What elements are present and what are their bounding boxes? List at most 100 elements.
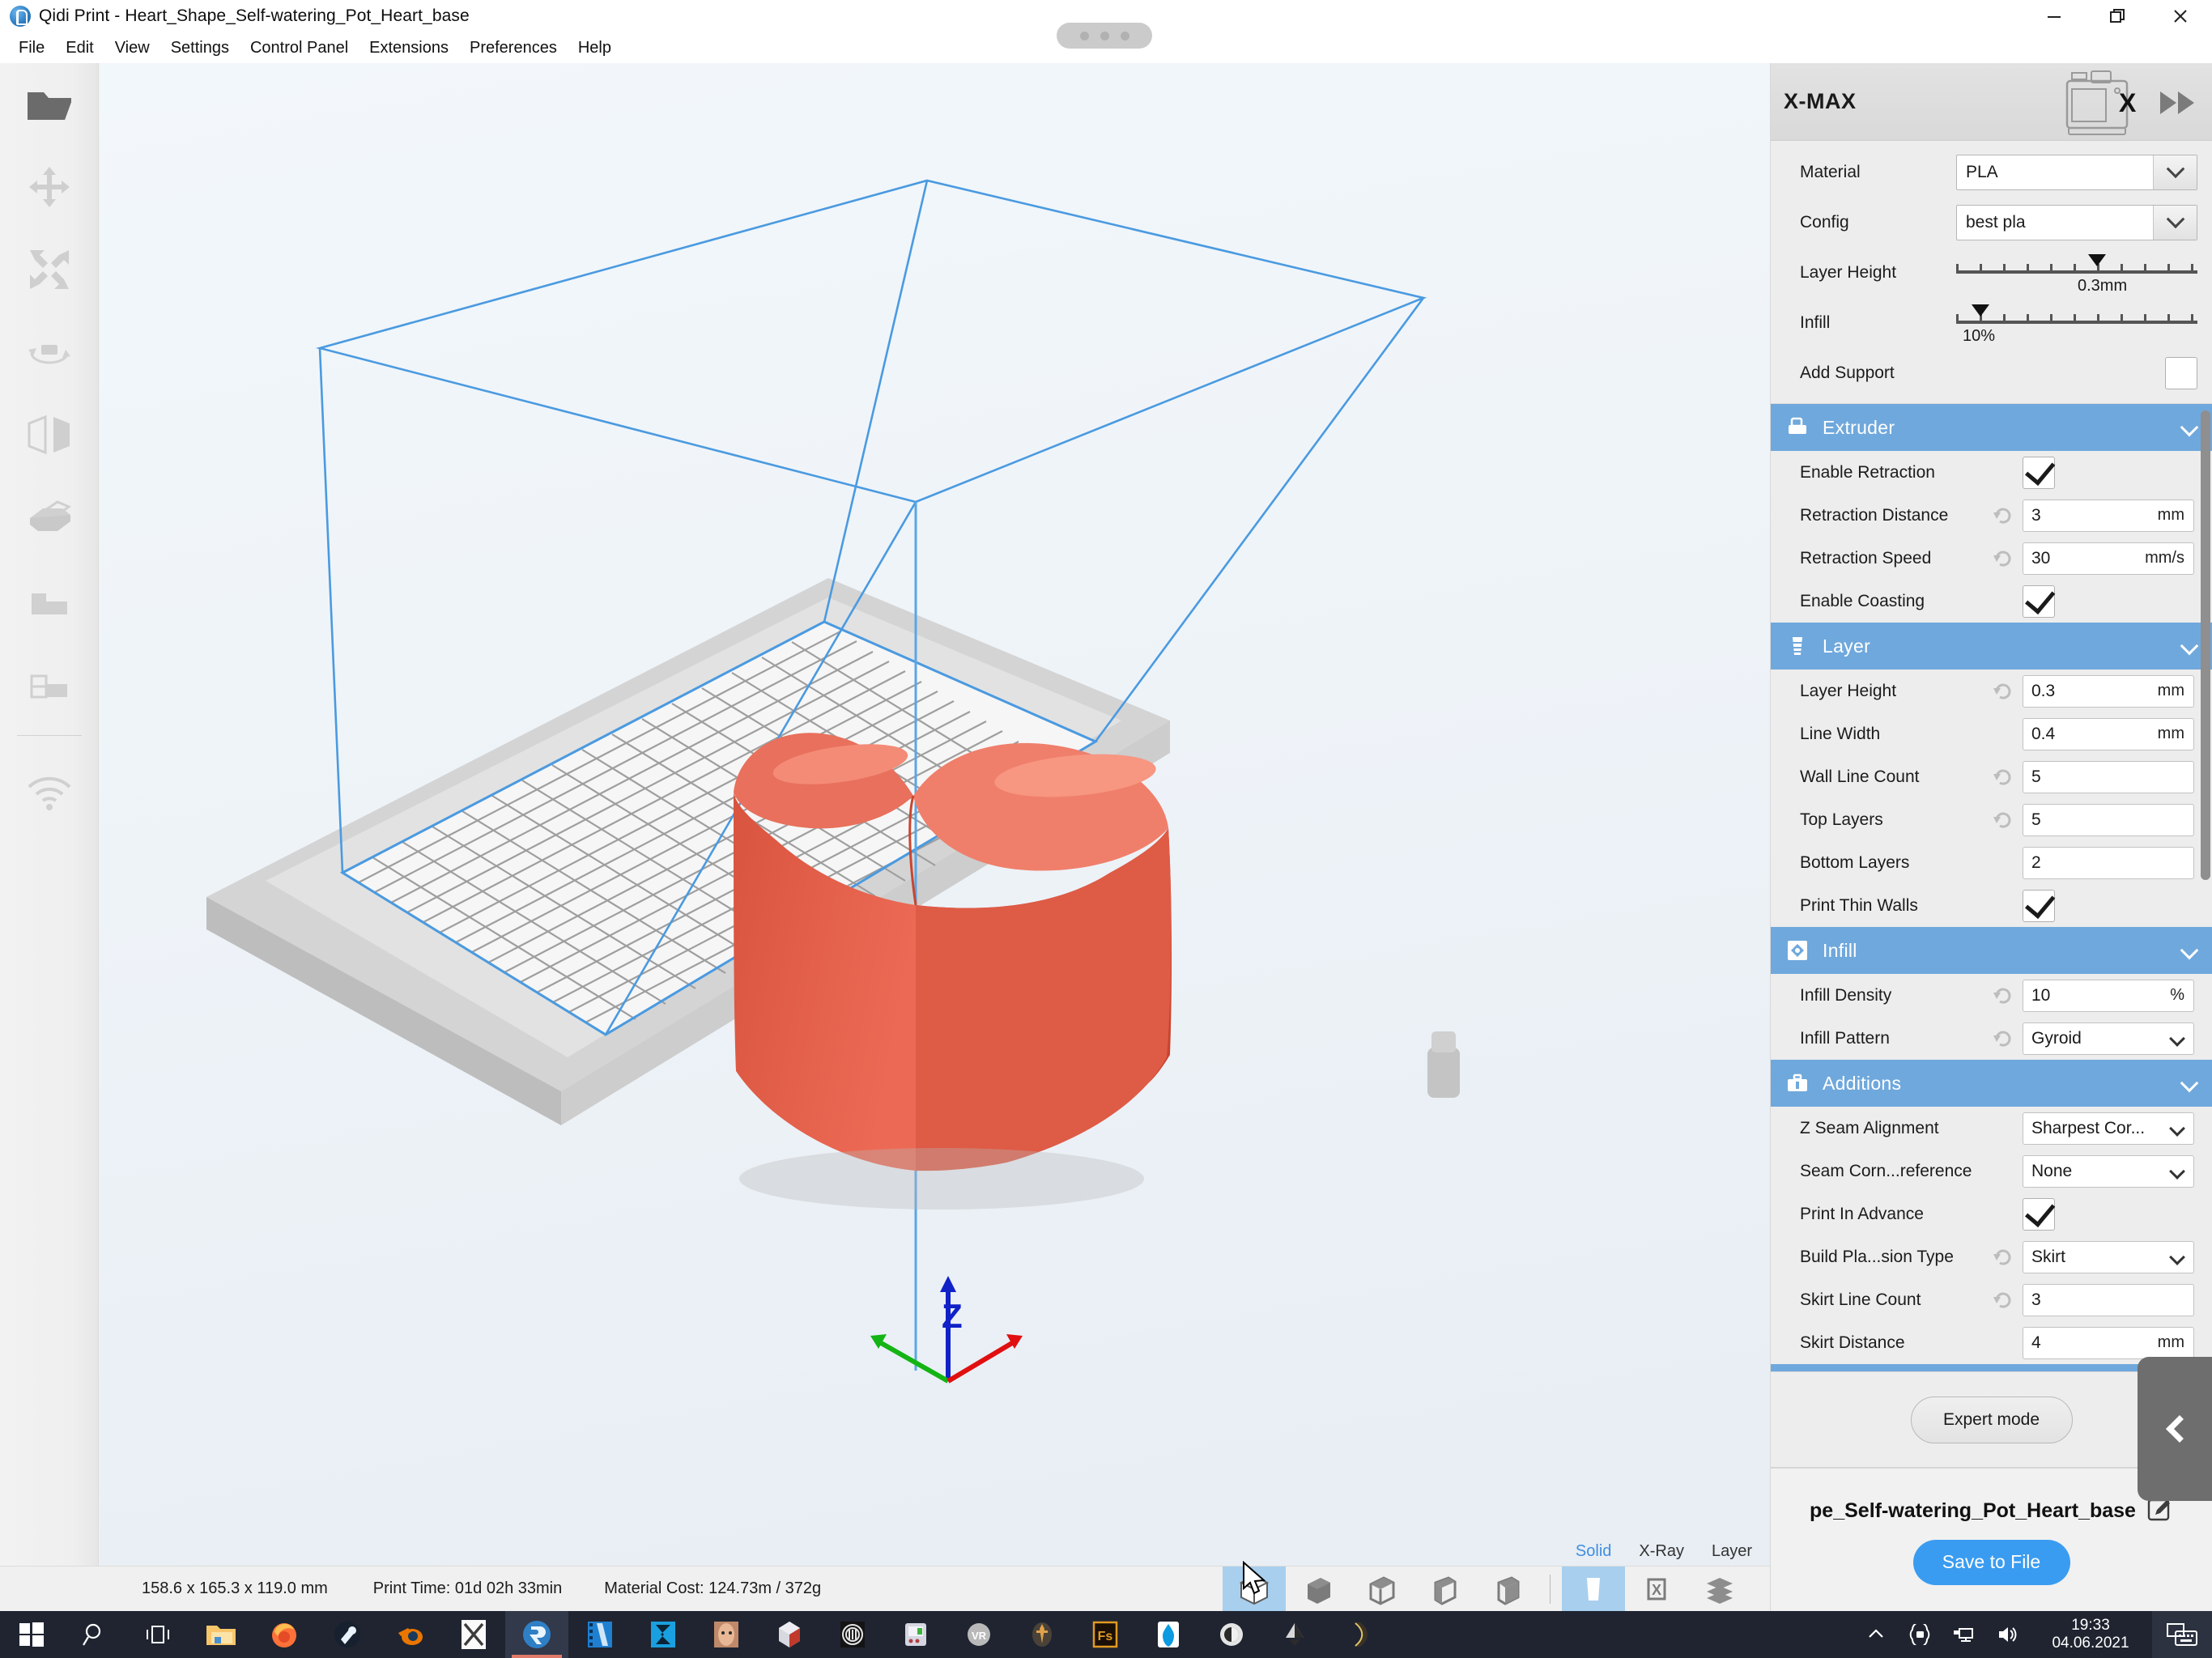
- fs-app-icon[interactable]: Fs: [1074, 1611, 1137, 1658]
- shape-app-icon[interactable]: [758, 1611, 821, 1658]
- menu-extensions[interactable]: Extensions: [359, 36, 459, 61]
- taskbar-clock[interactable]: 19:33 04.06.2021: [2029, 1611, 2152, 1658]
- fast-forward-icon[interactable]: [2159, 89, 2197, 121]
- menu-preferences[interactable]: Preferences: [459, 36, 568, 61]
- section-header-infill[interactable]: Infill: [1771, 927, 2212, 974]
- wall-line-count-field[interactable]: 5: [2023, 760, 2194, 793]
- firefox-icon[interactable]: [253, 1611, 316, 1658]
- mirror-icon[interactable]: [0, 393, 99, 476]
- collapse-panel-button[interactable]: [2138, 1357, 2212, 1501]
- infill-density-field[interactable]: 10 %: [2023, 979, 2194, 1012]
- scale-icon[interactable]: [0, 228, 99, 311]
- toolbox-app-icon[interactable]: [884, 1611, 947, 1658]
- reset-icon[interactable]: [1990, 764, 2016, 790]
- window-drag-handle[interactable]: [1057, 23, 1152, 49]
- chevron-down-icon[interactable]: [2153, 155, 2197, 189]
- menu-file[interactable]: File: [8, 36, 55, 61]
- view-right-icon[interactable]: [1475, 1567, 1538, 1612]
- minimize-button[interactable]: [2023, 0, 2086, 32]
- task-view-icon[interactable]: [126, 1611, 189, 1658]
- touch-keyboard-icon[interactable]: [2152, 1611, 2212, 1658]
- menu-control-panel[interactable]: Control Panel: [240, 36, 359, 61]
- scrollbar-thumb[interactable]: [2201, 410, 2210, 880]
- infill-slider[interactable]: 10%: [1956, 298, 2197, 348]
- z-seam-alignment-select[interactable]: Sharpest Cor...: [2023, 1112, 2194, 1145]
- close-button[interactable]: [2149, 0, 2212, 32]
- skirt-distance-field[interactable]: 4 mm: [2023, 1326, 2194, 1359]
- reset-icon[interactable]: [1990, 1244, 2016, 1270]
- reset-icon[interactable]: [1990, 546, 2016, 572]
- menu-help[interactable]: Help: [568, 36, 622, 61]
- enable-retraction-checkbox[interactable]: [2023, 456, 2055, 489]
- printer-view-icon[interactable]: [1562, 1567, 1625, 1612]
- inkscape-icon[interactable]: [1263, 1611, 1326, 1658]
- curve-app-icon[interactable]: [1326, 1611, 1389, 1658]
- section-header-layer[interactable]: Layer: [1771, 623, 2212, 670]
- print-thin-walls-checkbox[interactable]: [2023, 889, 2055, 922]
- onedrive-icon[interactable]: [1898, 1611, 1942, 1658]
- qidi-print-icon[interactable]: [505, 1611, 568, 1658]
- chevron-down-icon[interactable]: [2180, 636, 2199, 656]
- skirt-line-count-field[interactable]: 3: [2023, 1283, 2194, 1316]
- show-hidden-icons-chevron[interactable]: [1854, 1611, 1898, 1658]
- add-support-checkbox[interactable]: [2165, 357, 2197, 389]
- infill-pattern-select[interactable]: Gyroid: [2023, 1022, 2194, 1055]
- rotate-icon[interactable]: [0, 311, 99, 393]
- view-mode-solid[interactable]: Solid: [1576, 1542, 1611, 1561]
- 3d-viewport[interactable]: Z Solid X-Ray Layer: [100, 63, 1770, 1611]
- chevron-down-icon[interactable]: [2180, 1073, 2199, 1093]
- expert-mode-button[interactable]: Expert mode: [1910, 1396, 2073, 1443]
- photo-app-icon[interactable]: [695, 1611, 758, 1658]
- steam-icon[interactable]: [316, 1611, 379, 1658]
- video-editor-icon[interactable]: [568, 1611, 632, 1658]
- open-file-icon[interactable]: [0, 63, 99, 146]
- clear-platform-icon[interactable]: X: [1625, 1567, 1688, 1612]
- view-perspective-icon[interactable]: [1223, 1567, 1286, 1612]
- view-left-icon[interactable]: [1412, 1567, 1475, 1612]
- seam-corner-preference-select[interactable]: None: [2023, 1154, 2194, 1188]
- chevron-down-icon[interactable]: [2180, 418, 2199, 437]
- start-button-icon[interactable]: [0, 1611, 63, 1658]
- x-app-icon[interactable]: [442, 1611, 505, 1658]
- gear-app-icon[interactable]: [1200, 1611, 1263, 1658]
- view-top-icon[interactable]: [1349, 1567, 1412, 1612]
- enable-coasting-checkbox[interactable]: [2023, 585, 2055, 618]
- arrange-icon[interactable]: [0, 559, 99, 641]
- volume-icon[interactable]: [1985, 1611, 2029, 1658]
- material-select[interactable]: PLA: [1956, 155, 2197, 190]
- top-layers-field[interactable]: 5: [2023, 803, 2194, 836]
- print-in-advance-checkbox[interactable]: [2023, 1197, 2055, 1231]
- reset-icon[interactable]: [1990, 678, 2016, 704]
- line-width-field[interactable]: 0.4 mm: [2023, 717, 2194, 750]
- arrange-all-icon[interactable]: [0, 641, 99, 724]
- file-explorer-icon[interactable]: [189, 1611, 253, 1658]
- layer-height-field[interactable]: 0.3 mm: [2023, 674, 2194, 708]
- retraction-speed-field[interactable]: 30 mm/s: [2023, 542, 2194, 575]
- view-front-icon[interactable]: [1286, 1567, 1349, 1612]
- settings-scrollbar[interactable]: [2201, 404, 2210, 1371]
- menu-view[interactable]: View: [104, 36, 160, 61]
- view-mode-layer[interactable]: Layer: [1712, 1542, 1752, 1561]
- section-header-additions[interactable]: Additions: [1771, 1060, 2212, 1107]
- maximize-button[interactable]: [2086, 0, 2149, 32]
- reset-icon[interactable]: [1990, 807, 2016, 833]
- vegas-pro-icon[interactable]: [632, 1611, 695, 1658]
- build-plate-adhesion-type-select[interactable]: Skirt: [2023, 1240, 2194, 1273]
- move-icon[interactable]: [0, 146, 99, 228]
- advanced-settings-scroll[interactable]: Extruder Enable Retraction Retraction Di…: [1771, 403, 2212, 1371]
- vr-app-icon[interactable]: VR: [947, 1611, 1010, 1658]
- menu-edit[interactable]: Edit: [55, 36, 104, 61]
- support-blocker-icon[interactable]: [0, 476, 99, 559]
- search-icon[interactable]: [63, 1611, 126, 1658]
- network-icon[interactable]: [1942, 1611, 1985, 1658]
- layer-height-slider[interactable]: 0.3mm: [1956, 248, 2197, 298]
- wifi-icon[interactable]: [0, 752, 99, 835]
- sword-app-icon[interactable]: [1010, 1611, 1074, 1658]
- config-select[interactable]: best pla: [1956, 205, 2197, 240]
- coin-app-icon[interactable]: [821, 1611, 884, 1658]
- chevron-down-icon[interactable]: [2180, 941, 2199, 960]
- reset-icon[interactable]: [1990, 983, 2016, 1009]
- chevron-down-icon[interactable]: [2153, 206, 2197, 240]
- layers-icon[interactable]: [1688, 1567, 1751, 1612]
- menu-settings[interactable]: Settings: [160, 36, 240, 61]
